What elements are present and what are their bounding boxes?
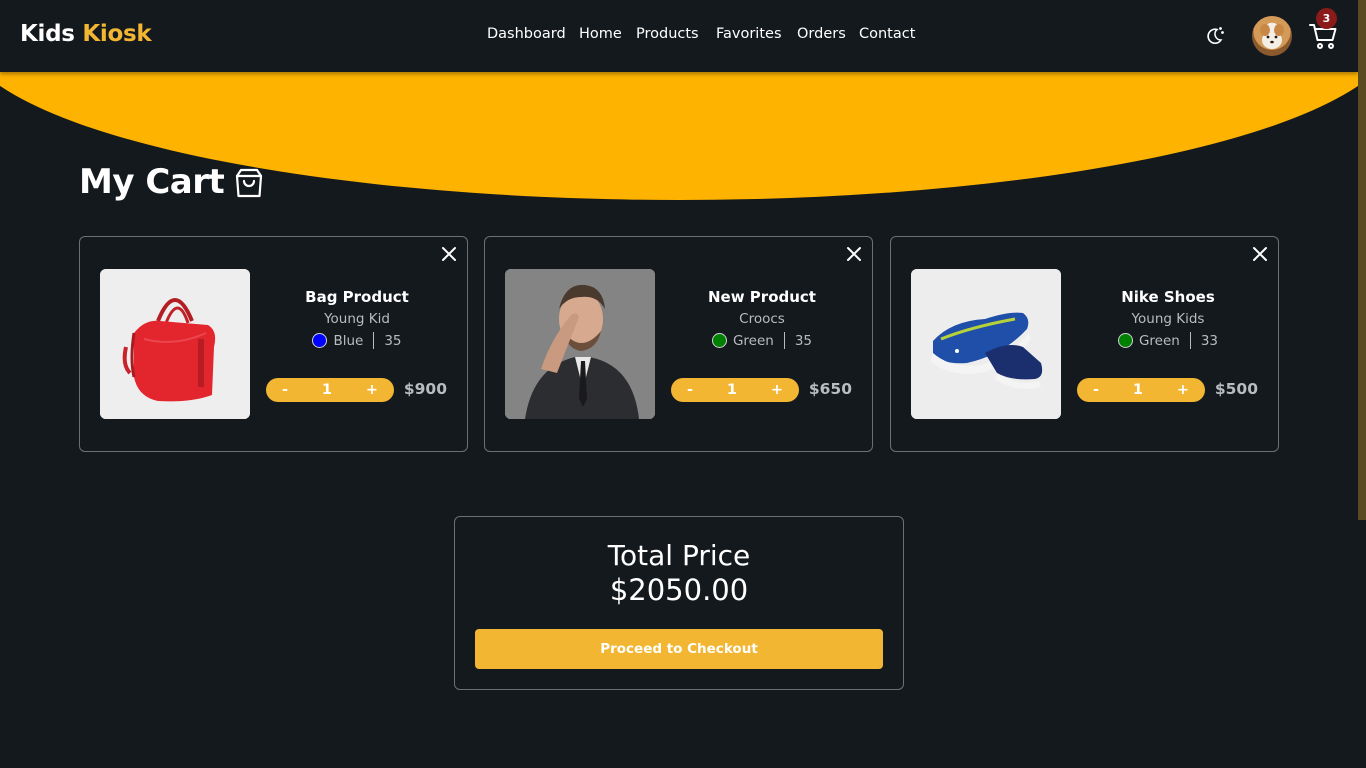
product-image-man[interactable] <box>505 269 655 419</box>
product-info: Nike Shoes Young Kids Green 33 <box>1081 288 1255 349</box>
product-color: Blue <box>333 332 364 349</box>
decrease-button[interactable]: - <box>687 382 693 398</box>
product-image-bag[interactable] <box>100 269 250 419</box>
avatar[interactable] <box>1252 16 1292 56</box>
divider <box>1189 332 1191 349</box>
nav-links: Dashboard Home Products Favorites Orders… <box>487 26 915 42</box>
nav-orders[interactable]: Orders <box>797 26 846 42</box>
nav-products[interactable]: Products <box>636 26 700 42</box>
product-meta: Green 35 <box>675 332 849 349</box>
product-name[interactable]: New Product <box>675 288 849 306</box>
brand-first: Kids <box>20 21 75 47</box>
brand-logo[interactable]: Kids Kiosk <box>20 21 152 47</box>
page-title-text: My Cart <box>79 162 225 202</box>
product-size: 35 <box>384 332 402 349</box>
cart-count-badge: 3 <box>1316 8 1337 29</box>
close-icon[interactable] <box>440 245 458 263</box>
increase-button[interactable]: + <box>771 382 783 398</box>
nav-dashboard[interactable]: Dashboard <box>487 26 566 42</box>
product-meta: Green 33 <box>1081 332 1255 349</box>
nav-home[interactable]: Home <box>579 26 622 42</box>
total-price-value: $2050.00 <box>609 573 749 607</box>
increase-button[interactable]: + <box>366 382 378 398</box>
product-name[interactable]: Bag Product <box>270 288 444 306</box>
product-image-shoes[interactable] <box>911 269 1061 419</box>
scrollbar-thumb[interactable] <box>1358 0 1366 520</box>
cart-item: Nike Shoes Young Kids Green 33 - 1 + $50… <box>890 236 1279 452</box>
divider <box>373 332 375 349</box>
product-info: New Product Croocs Green 35 <box>675 288 849 349</box>
product-meta: Blue 35 <box>270 332 444 349</box>
divider <box>783 332 785 349</box>
brand-second: Kiosk <box>82 21 152 47</box>
product-color: Green <box>732 332 774 349</box>
product-price: $650 <box>808 380 852 398</box>
close-icon[interactable] <box>1251 245 1269 263</box>
nav-contact[interactable]: Contact <box>859 26 915 42</box>
page-title: My Cart <box>79 162 264 202</box>
product-name[interactable]: Nike Shoes <box>1081 288 1255 306</box>
order-summary: Total Price $2050.00 Proceed to Checkout <box>454 516 904 690</box>
product-price: $900 <box>403 380 447 398</box>
color-swatch <box>312 333 328 348</box>
nav-favorites[interactable]: Favorites <box>716 26 782 42</box>
quantity-value: 1 <box>321 382 332 398</box>
color-swatch <box>1117 333 1133 348</box>
product-brand: Young Kids <box>1131 311 1205 327</box>
cart-item: Bag Product Young Kid Blue 35 - 1 + $900 <box>79 236 468 452</box>
quantity-stepper: - 1 + <box>266 378 394 402</box>
navbar: Kids Kiosk Dashboard Home Products Favor… <box>0 0 1358 72</box>
product-info: Bag Product Young Kid Blue 35 <box>270 288 444 349</box>
product-color: Green <box>1138 332 1180 349</box>
shopping-bag-icon <box>236 168 263 198</box>
quantity-value: 1 <box>726 382 737 398</box>
product-brand: Young Kid <box>324 311 390 327</box>
total-price-label: Total Price <box>607 539 751 572</box>
checkout-button[interactable]: Proceed to Checkout <box>475 629 883 669</box>
color-swatch <box>711 333 727 348</box>
product-price: $500 <box>1214 380 1258 398</box>
decrease-button[interactable]: - <box>282 382 288 398</box>
product-size: 35 <box>794 332 813 349</box>
increase-button[interactable]: + <box>1177 382 1189 398</box>
quantity-value: 1 <box>1132 382 1143 398</box>
quantity-stepper: - 1 + <box>1077 378 1205 402</box>
product-brand: Croocs <box>739 311 785 327</box>
moon-icon[interactable] <box>1202 24 1226 48</box>
product-size: 33 <box>1200 332 1219 349</box>
close-icon[interactable] <box>845 245 863 263</box>
decrease-button[interactable]: - <box>1093 382 1099 398</box>
quantity-stepper: - 1 + <box>671 378 799 402</box>
cart-item: New Product Croocs Green 35 - 1 + $650 <box>484 236 873 452</box>
